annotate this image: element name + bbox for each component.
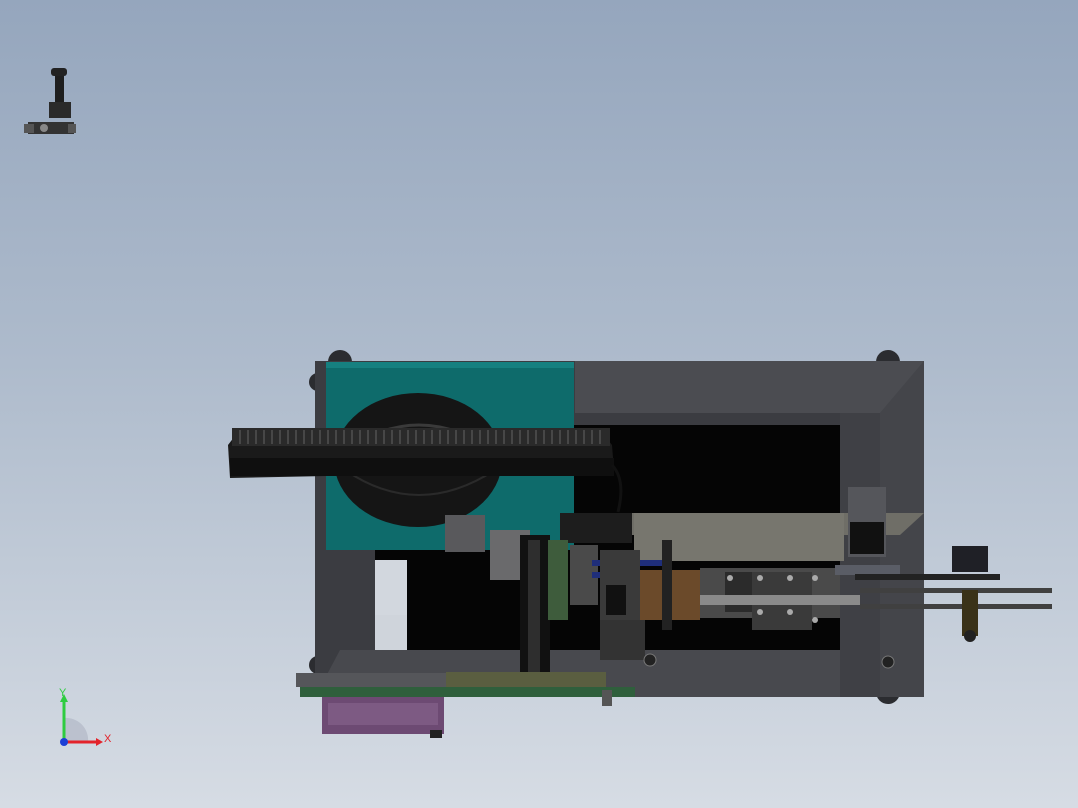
- coordinate-triad: [60, 694, 103, 746]
- triad-z-axis: [60, 738, 68, 746]
- triad-y-label: Y: [59, 687, 67, 699]
- standard-views-figure-icon[interactable]: [24, 68, 76, 134]
- triad-x-label: X: [104, 733, 112, 745]
- motor-block-left: [445, 515, 485, 552]
- circuit-board: [300, 687, 635, 697]
- machine-assembly[interactable]: [228, 350, 1052, 738]
- end-motor: [952, 546, 988, 572]
- graphics-viewport[interactable]: Y X: [0, 0, 1078, 808]
- model-canvas[interactable]: [0, 0, 1078, 808]
